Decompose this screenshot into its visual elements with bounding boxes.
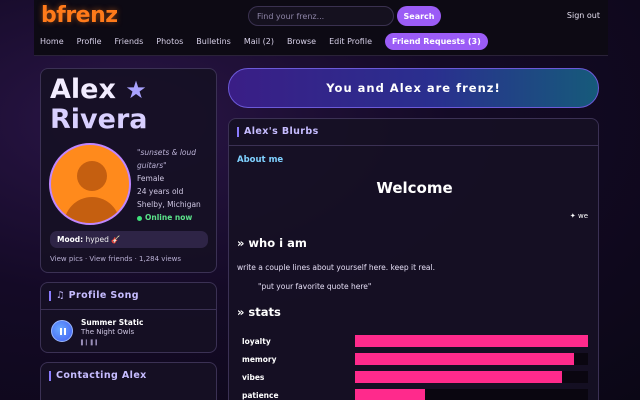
blurbs-heading: Alex's Blurbs (244, 126, 319, 137)
nav-friends[interactable]: Friends (115, 37, 144, 46)
welcome-heading: Welcome (376, 179, 453, 197)
nav-profile[interactable]: Profile (77, 37, 102, 46)
about-me-label: About me (237, 155, 284, 165)
profile-name: Alex ★ Rivera (50, 75, 148, 135)
song-title: Summer Static (81, 318, 144, 327)
nav-bulletins[interactable]: Bulletins (196, 37, 231, 46)
stat-fill-memory (355, 353, 575, 365)
mood-label: Mood: (57, 235, 84, 244)
blurbs-card: Alex's Blurbs About me Welcome ✦ we » wh… (228, 118, 599, 400)
stat-label-vibes: vibes (242, 373, 265, 382)
avatar[interactable] (49, 143, 131, 225)
contact-title: Contacting Alex (49, 370, 147, 381)
section-accent-bar (49, 290, 51, 301)
star-icon: ★ (125, 76, 147, 104)
divider (229, 145, 598, 146)
search-button[interactable]: Search (397, 6, 441, 26)
stat-fill-patience (355, 389, 425, 400)
avatar-head-shape (77, 161, 107, 191)
nav-friend-requests[interactable]: Friend Requests (3) (385, 32, 488, 50)
stat-bar-memory (355, 353, 588, 365)
online-status-text: Online now (145, 213, 193, 222)
mood-value: hyped 🎸 (85, 235, 121, 244)
bfrenz-logo[interactable]: bfrenz (41, 3, 118, 28)
stats-heading: » stats (237, 305, 281, 319)
nav-mail[interactable]: Mail (2) (244, 37, 274, 46)
divider (41, 309, 216, 310)
profile-age: 24 years old (137, 187, 184, 196)
avatar-body-shape (64, 197, 120, 223)
top-bar: bfrenz Search Sign out Home Profile Frie… (34, 0, 608, 56)
mood-pill: Mood: hyped 🎸 (50, 231, 208, 248)
profile-location: Shelby, Michigan (137, 200, 201, 209)
profile-song-heading: ♫ Profile Song (56, 290, 139, 301)
song-artist: The Night Owls (81, 328, 135, 336)
last-name: Rivera (50, 104, 148, 135)
online-dot-icon (137, 215, 142, 221)
who-i-am-heading: » who i am (237, 236, 307, 250)
stat-label-memory: memory (242, 355, 277, 364)
profile-info: "sunsets & loud guitars" Female 24 years… (137, 146, 209, 224)
first-name: Alex (50, 74, 116, 105)
stat-fill-vibes (355, 371, 563, 383)
stat-bar-patience (355, 389, 588, 400)
profile-tagline: "sunsets & loud guitars" (137, 148, 197, 170)
profile-song-title: ♫ Profile Song (49, 290, 139, 301)
profile-links[interactable]: View pics · View friends · 1,284 views (50, 255, 181, 263)
contact-heading: Contacting Alex (56, 370, 147, 381)
stat-bar-vibes (355, 371, 588, 383)
section-accent-bar (237, 126, 239, 137)
blurbs-title: Alex's Blurbs (237, 126, 319, 137)
contact-card: Contacting Alex (40, 362, 217, 400)
profile-gender: Female (137, 174, 165, 183)
stat-label-loyalty: loyalty (242, 337, 271, 346)
stat-fill-loyalty (355, 335, 588, 347)
nav-edit-profile[interactable]: Edit Profile (329, 37, 372, 46)
profile-card: Alex ★ Rivera "sunsets & loud guitars" F… (40, 68, 217, 273)
favorite-quote: "put your favorite quote here" (258, 282, 372, 291)
section-accent-bar (49, 370, 51, 381)
marquee-text: ✦ we (569, 212, 588, 220)
frenz-banner: You and Alex are frenz! (228, 68, 599, 108)
stat-bar-loyalty (355, 335, 588, 347)
pause-icon-bar-left (60, 328, 62, 335)
equalizer-icon: ▌▎▌▍ (81, 340, 101, 346)
sign-out-link[interactable]: Sign out (567, 11, 600, 20)
pause-icon-bar-right (64, 328, 66, 335)
about-description: write a couple lines about yourself here… (237, 263, 435, 272)
nav-photos[interactable]: Photos (156, 37, 183, 46)
profile-song-card: ♫ Profile Song Summer Static The Night O… (40, 282, 217, 353)
nav-home[interactable]: Home (40, 37, 64, 46)
main-nav: Home Profile Friends Photos Bulletins Ma… (40, 32, 488, 50)
stat-label-patience: patience (242, 391, 279, 400)
pause-button[interactable] (51, 320, 73, 342)
online-status: Online now (137, 211, 209, 224)
search-input[interactable] (248, 6, 394, 26)
nav-browse[interactable]: Browse (287, 37, 316, 46)
